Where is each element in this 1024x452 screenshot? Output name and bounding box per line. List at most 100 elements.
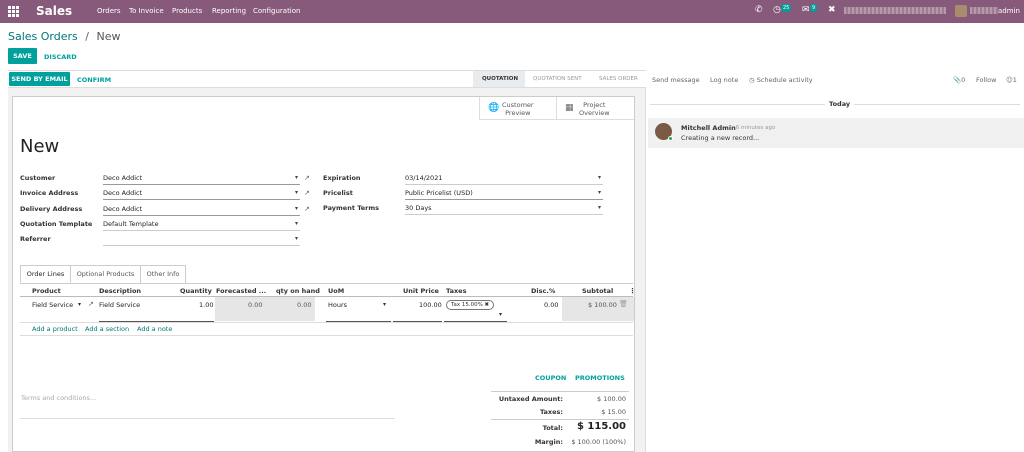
save-button[interactable]: SAVE bbox=[8, 48, 37, 64]
chevron-down-icon: ▾ bbox=[294, 205, 298, 212]
add-section-link[interactable]: Add a section bbox=[85, 325, 129, 333]
col-quantity[interactable]: Quantity bbox=[180, 287, 212, 295]
chevron-down-icon: ▾ bbox=[597, 174, 601, 181]
margin-label: Margin: bbox=[534, 438, 563, 446]
confirm-button[interactable]: CONFIRM bbox=[77, 76, 111, 84]
menu-orders[interactable]: Orders bbox=[97, 7, 121, 15]
expiration-field[interactable]: 03/14/2021 ▾ bbox=[405, 174, 603, 185]
debug-tools-icon[interactable]: ✖ bbox=[828, 5, 836, 15]
chevron-down-icon: ▾ bbox=[294, 189, 298, 196]
line-qty-on-hand: 0.00 bbox=[297, 301, 312, 309]
coupon-button[interactable]: COUPON bbox=[535, 374, 566, 382]
chevron-down-icon: ▾ bbox=[597, 204, 601, 211]
send-message-button[interactable]: Send message bbox=[652, 76, 700, 84]
chevron-down-icon: ▾ bbox=[294, 220, 298, 227]
stage-sales-order[interactable]: SALES ORDER bbox=[599, 76, 638, 82]
customer-value: Deco Addict bbox=[103, 174, 143, 182]
pricelist-field[interactable]: Public Pricelist (USD) ▾ bbox=[405, 189, 603, 200]
add-product-link[interactable]: Add a product bbox=[32, 325, 78, 333]
margin-value: $ 100.00 (100%) bbox=[571, 438, 626, 446]
followers-count: 1 bbox=[1012, 76, 1017, 84]
message-author[interactable]: Mitchell Admin bbox=[681, 124, 736, 132]
activity-icon[interactable]: ◷ bbox=[773, 5, 781, 15]
send-by-email-button[interactable]: SEND BY EMAIL bbox=[9, 72, 70, 86]
chevron-down-icon[interactable]: ▾ bbox=[78, 301, 81, 308]
external-link-icon[interactable]: ↗ bbox=[304, 205, 310, 213]
messages-badge: 9 bbox=[810, 4, 818, 12]
total-label: Total: bbox=[542, 424, 563, 432]
col-product[interactable]: Product bbox=[32, 287, 61, 295]
delivery-address-label: Delivery Address bbox=[20, 205, 83, 213]
col-unit-price[interactable]: Unit Price bbox=[403, 287, 439, 295]
follow-button[interactable]: Follow bbox=[976, 76, 996, 84]
col-uom[interactable]: UoM bbox=[328, 287, 344, 295]
col-forecasted[interactable]: Forecasted ... bbox=[216, 287, 266, 295]
project-overview-button[interactable]: ▦ Project Overview bbox=[556, 97, 634, 120]
breadcrumb-parent[interactable]: Sales Orders bbox=[8, 30, 78, 43]
menu-products[interactable]: Products bbox=[172, 7, 202, 15]
referrer-label: Referrer bbox=[20, 235, 51, 243]
trash-icon[interactable]: 🗑 bbox=[619, 300, 628, 308]
line-subtotal: $ 100.00 bbox=[588, 301, 617, 309]
menu-reporting[interactable]: Reporting bbox=[212, 7, 246, 15]
external-link-icon[interactable]: ↗ bbox=[88, 300, 94, 308]
breadcrumb-separator: / bbox=[85, 30, 89, 43]
paperclip-icon: 📎 bbox=[953, 76, 962, 84]
company-switcher[interactable] bbox=[844, 7, 946, 14]
promotions-button[interactable]: PROMOTIONS bbox=[575, 374, 625, 382]
tab-optional-products[interactable]: Optional Products bbox=[71, 265, 141, 283]
project-overview-line2: Overview bbox=[579, 109, 610, 117]
line-unit-price[interactable]: 100.00 bbox=[419, 301, 442, 309]
col-subtotal[interactable]: Subtotal bbox=[582, 287, 613, 295]
payment-terms-field[interactable]: 30 Days ▾ bbox=[405, 204, 603, 215]
remove-tag-icon[interactable]: ✖ bbox=[485, 302, 490, 308]
invoice-address-field[interactable]: Deco Addict ▾ bbox=[103, 189, 300, 200]
activity-badge: 25 bbox=[781, 4, 792, 12]
chevron-down-icon[interactable]: ▾ bbox=[499, 311, 502, 318]
followers-button[interactable]: ☺1 bbox=[1006, 76, 1017, 84]
stage-quotation[interactable]: QUOTATION bbox=[482, 76, 518, 82]
tab-order-lines[interactable]: Order Lines bbox=[20, 265, 71, 283]
referrer-field[interactable]: ▾ bbox=[103, 235, 300, 246]
line-product[interactable]: Field Service bbox=[32, 301, 73, 309]
line-description[interactable]: Field Service bbox=[99, 301, 140, 309]
col-taxes[interactable]: Taxes bbox=[446, 287, 466, 295]
delivery-address-field[interactable]: Deco Addict ▾ bbox=[103, 205, 300, 216]
tab-other-info[interactable]: Other Info bbox=[141, 265, 186, 283]
line-quantity[interactable]: 1.00 bbox=[199, 301, 213, 309]
chevron-down-icon[interactable]: ▾ bbox=[383, 301, 386, 308]
schedule-activity-button[interactable]: ◷ Schedule activity bbox=[749, 76, 813, 84]
line-uom[interactable]: Hours bbox=[328, 301, 347, 309]
external-link-icon[interactable]: ↗ bbox=[304, 189, 310, 197]
customer-preview-button[interactable]: 🌐 Customer Preview bbox=[479, 97, 556, 120]
app-name[interactable]: Sales bbox=[36, 4, 72, 18]
phone-icon[interactable]: ✆ bbox=[755, 5, 763, 15]
messages-icon[interactable]: ✉ bbox=[802, 5, 810, 15]
taxes-value: $ 15.00 bbox=[601, 408, 626, 416]
stage-quotation-sent[interactable]: QUOTATION SENT bbox=[533, 76, 582, 82]
col-discount[interactable]: Disc.% bbox=[531, 287, 555, 295]
user-menu[interactable]: admin bbox=[998, 7, 1020, 15]
add-note-link[interactable]: Add a note bbox=[137, 325, 172, 333]
menu-configuration[interactable]: Configuration bbox=[253, 7, 300, 15]
attachments-button[interactable]: 📎0 bbox=[953, 76, 965, 84]
pricelist-value: Public Pricelist (USD) bbox=[405, 189, 473, 197]
customer-field[interactable]: Deco Addict ▾ bbox=[103, 174, 300, 185]
discard-button[interactable]: DISCARD bbox=[44, 53, 77, 61]
col-qty-on-hand[interactable]: qty on hand bbox=[276, 287, 320, 295]
quotation-template-field[interactable]: Default Template ▾ bbox=[103, 220, 300, 231]
attachments-count: 0 bbox=[961, 76, 966, 84]
menu-to-invoice[interactable]: To Invoice bbox=[129, 7, 164, 15]
line-discount[interactable]: 0.00 bbox=[544, 301, 558, 309]
invoice-address-value: Deco Addict bbox=[103, 189, 143, 197]
log-note-button[interactable]: Log note bbox=[710, 76, 738, 84]
external-link-icon[interactable]: ↗ bbox=[304, 174, 310, 182]
chevron-down-icon: ▾ bbox=[294, 235, 298, 242]
col-description[interactable]: Description bbox=[99, 287, 141, 295]
row-divider bbox=[20, 322, 633, 323]
apps-menu-icon[interactable] bbox=[8, 6, 19, 17]
column-options-icon[interactable]: ⋮ bbox=[629, 287, 636, 295]
user-avatar[interactable] bbox=[955, 5, 967, 17]
terms-input[interactable]: Terms and conditions... bbox=[21, 394, 96, 402]
tax-tag[interactable]: Tax 15.00% ✖ bbox=[446, 300, 495, 310]
